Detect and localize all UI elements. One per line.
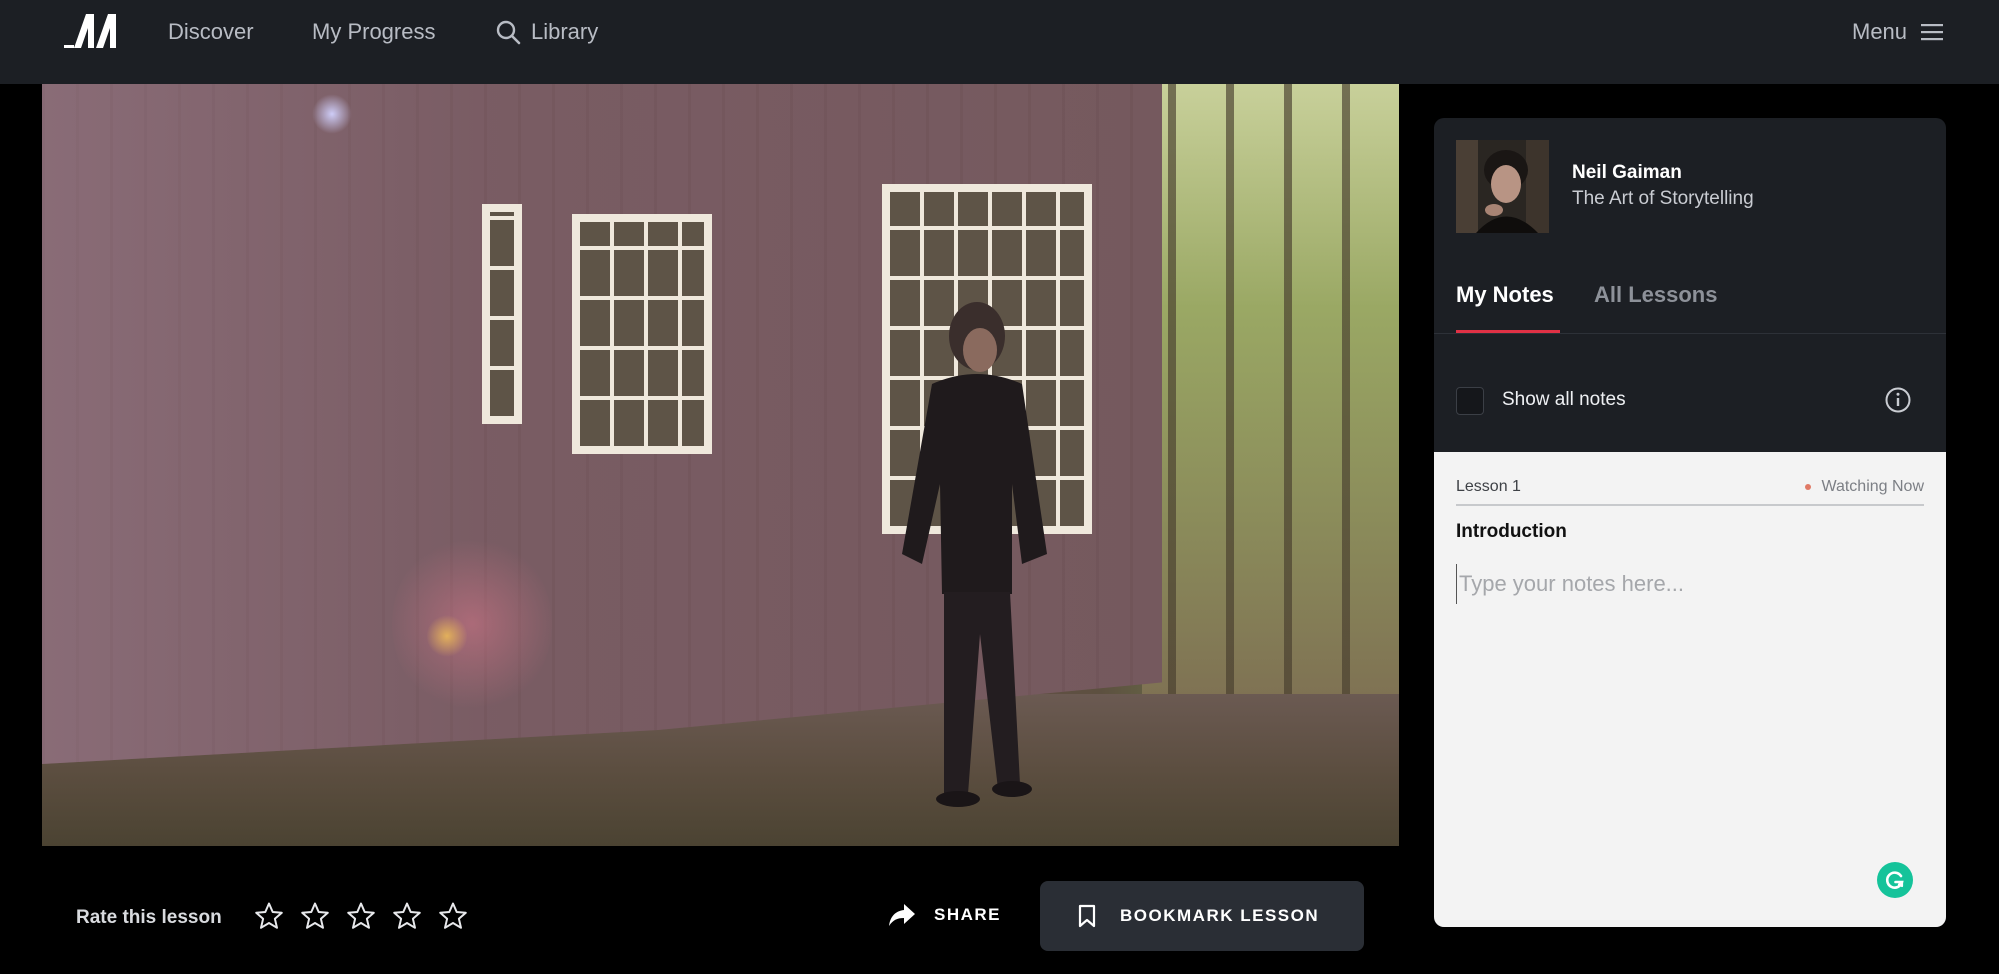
star-outline-icon[interactable] [346,901,376,931]
notes-panel: Neil Gaiman The Art of Storytelling My N… [1434,118,1946,927]
menu-label: Menu [1852,19,1908,44]
star-outline-icon[interactable] [438,901,468,931]
notes-area: Lesson 1 Watching Now Introduction [1434,452,1946,927]
show-all-notes-label[interactable]: Show all notes [1502,389,1626,411]
bookmark-lesson-button[interactable]: BOOKMARK LESSON [1040,881,1364,951]
video-player[interactable] [42,84,1399,846]
grammarly-icon [1886,871,1904,889]
video-window [572,214,712,454]
rate-lesson-label: Rate this lesson [76,907,222,928]
search-icon [496,20,521,45]
lesson-number: Lesson 1 [1456,478,1521,495]
hamburger-icon [1921,24,1944,41]
tab-my-notes[interactable]: My Notes [1456,282,1554,308]
watching-now-status: Watching Now [1805,477,1924,496]
nav-discover[interactable]: Discover [168,19,254,45]
bookmark-label: BOOKMARK LESSON [1120,906,1320,925]
show-all-notes-checkbox[interactable] [1456,387,1484,415]
rating-stars [254,901,468,931]
info-circle-icon[interactable] [1884,386,1912,414]
grammarly-button[interactable] [1877,862,1913,898]
share-label: SHARE [934,905,1002,924]
notes-input[interactable] [1456,564,1924,604]
masterclass-logo-icon[interactable] [64,14,124,48]
nav-library[interactable]: Library [495,19,598,45]
bookmark-icon [1078,904,1096,928]
top-nav: Discover My Progress Library Menu [0,0,1999,84]
course-name: The Art of Storytelling [1572,188,1754,209]
video-window [482,204,522,424]
watching-now-label: Watching Now [1821,478,1924,495]
author-name: Neil Gaiman [1572,162,1682,183]
author-avatar [1456,140,1549,233]
video-trees [1142,84,1399,724]
tab-all-lessons[interactable]: All Lessons [1594,282,1717,308]
star-outline-icon[interactable] [254,901,284,931]
lesson-title: Introduction [1456,521,1567,542]
video-person [902,302,1047,807]
video-lens-flare [312,94,352,134]
video-lens-flare [392,534,552,714]
star-outline-icon[interactable] [300,901,330,931]
video-lens-flare [427,614,467,658]
status-dot [1805,483,1812,490]
menu-button[interactable]: Menu [1852,19,1944,45]
nav-library-label: Library [531,19,599,44]
share-button[interactable]: SHARE [888,902,1001,928]
tab-divider [1434,333,1946,334]
notes-divider [1456,504,1924,506]
star-outline-icon[interactable] [392,901,422,931]
nav-my-progress[interactable]: My Progress [312,19,435,45]
share-arrow-icon [889,904,915,926]
